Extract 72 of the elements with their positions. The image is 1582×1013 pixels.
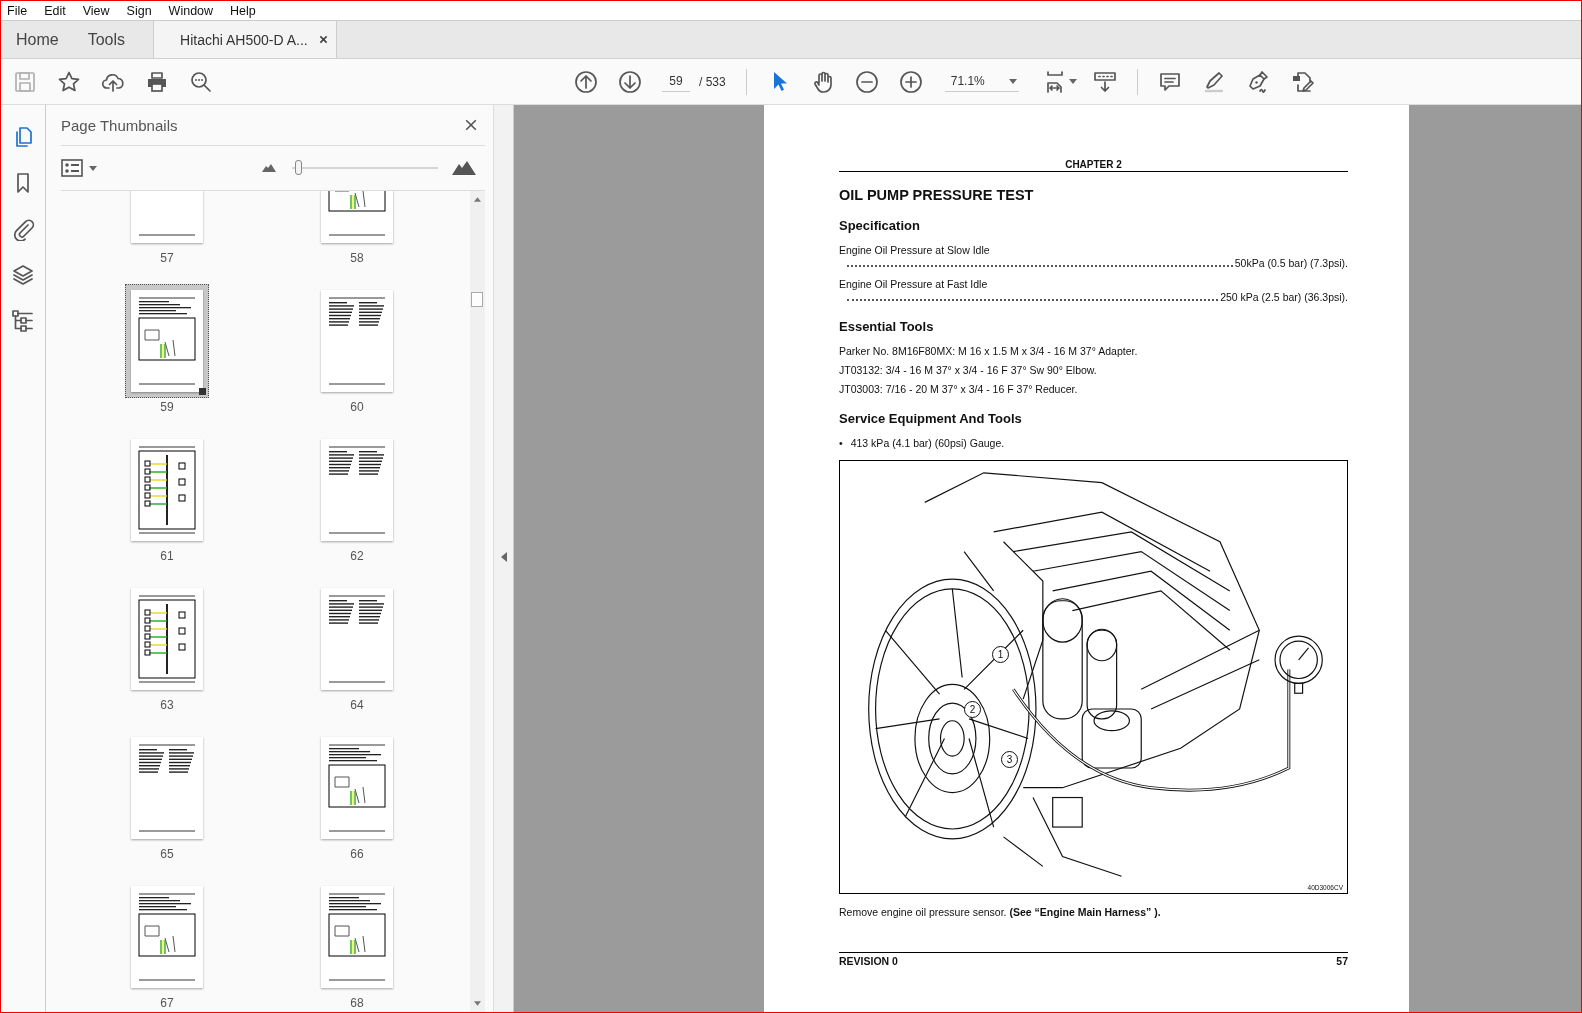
close-icon[interactable] xyxy=(463,117,479,133)
spec-value: 250 kPa (2.5 bar) (36.3psi). xyxy=(1220,291,1348,304)
arrow-down-circle-icon[interactable] xyxy=(618,69,642,94)
page-number-label: 66 xyxy=(350,847,364,861)
zoom-field[interactable]: 71.1% xyxy=(944,71,1019,92)
page-count: / 533 xyxy=(699,74,726,89)
scroll-down-icon[interactable] xyxy=(474,1001,481,1006)
page-number-field[interactable]: 59 xyxy=(662,71,690,92)
page-number-label: 58 xyxy=(350,251,364,265)
bullet-mark: • xyxy=(839,437,843,450)
scrollbar[interactable] xyxy=(470,191,485,1012)
nav-tab[interactable]: Home xyxy=(1,21,73,58)
section-heading: Service Equipment And Tools xyxy=(839,411,1023,426)
list-icon[interactable] xyxy=(61,159,83,177)
page-number: 57 xyxy=(1336,955,1348,967)
caret-icon[interactable] xyxy=(89,165,97,171)
section-title: OIL PUMP PRESSURE TEST xyxy=(839,187,1035,203)
zoom-out-icon[interactable] xyxy=(854,69,879,94)
footer-revision: REVISION 0 xyxy=(839,955,898,967)
body-text: JT03003: 7/16 - 20 M 37° x 3/4 - 16 F 37° Reducer. xyxy=(839,383,1079,396)
page-number-label: 68 xyxy=(350,996,364,1010)
menu-item[interactable]: Sign xyxy=(126,3,160,18)
menu-item[interactable]: View xyxy=(82,3,118,18)
arrow-up-circle-icon[interactable] xyxy=(574,69,598,94)
page-number-label: 65 xyxy=(160,847,174,861)
scroll-up-icon[interactable] xyxy=(474,197,481,202)
page-number-label: 59 xyxy=(160,400,174,414)
slider-thumb[interactable] xyxy=(294,160,302,175)
section-heading: Specification xyxy=(839,218,921,233)
panel-title: Page Thumbnails xyxy=(61,116,178,134)
small-mountain-icon[interactable] xyxy=(262,164,276,172)
scroll-mode-icon[interactable] xyxy=(1092,69,1117,94)
print-icon[interactable] xyxy=(145,69,169,94)
page-thumbnail[interactable] xyxy=(125,284,209,398)
thumbnail-size-slider[interactable] xyxy=(292,160,438,176)
spec-label: Engine Oil Pressure at Slow Idle xyxy=(839,244,991,257)
spec-label: Engine Oil Pressure at Fast Idle xyxy=(839,278,989,291)
menu-item[interactable]: Window xyxy=(168,3,222,18)
scroll-thumb[interactable] xyxy=(471,292,483,307)
body-text: Parker No. 8M16F80MX: M 16 x 1.5 M x 3/4 - 16 M 37° Adapter. xyxy=(839,345,1139,358)
menu-item[interactable]: Help xyxy=(230,3,264,18)
body-text: JT03132: 3/4 - 16 M 37° x 3/4 - 16 F 37° Sw 90° Elbow. xyxy=(839,364,1098,377)
page-number-label: 61 xyxy=(160,549,174,563)
search-icon[interactable] xyxy=(189,69,213,94)
page-number-label: 64 xyxy=(350,698,364,712)
collapse-arrow-icon[interactable] xyxy=(501,552,507,562)
page-number-label: 63 xyxy=(160,698,174,712)
close-icon[interactable] xyxy=(318,35,328,44)
body-text: 413 kPa (4.1 bar) (60psi) Gauge. xyxy=(850,437,1005,450)
caret-icon[interactable] xyxy=(1008,78,1017,84)
large-mountain-icon[interactable] xyxy=(452,161,476,175)
chapter-header: CHAPTER 2 xyxy=(839,159,1348,172)
section-heading: Essential Tools xyxy=(839,319,935,334)
spec-value: 50kPa (0.5 bar) (7.3psi). xyxy=(1234,257,1348,270)
callout-number: 1 xyxy=(992,646,1009,663)
star-icon[interactable] xyxy=(57,69,81,94)
page-number-label: 67 xyxy=(160,996,174,1010)
thumbnail-options-button[interactable] xyxy=(61,159,97,177)
body-text: Remove engine oil pressure sensor. (See “Engine Main Harness” ). xyxy=(839,906,1162,919)
menu-item[interactable]: Edit xyxy=(44,3,74,18)
document-tab[interactable]: Hitachi AH500-D A... xyxy=(154,21,337,58)
tree-structure-icon[interactable] xyxy=(11,309,35,333)
zoom-in-icon[interactable] xyxy=(898,69,923,94)
page-number-label: 60 xyxy=(350,400,364,414)
menu-item[interactable]: File xyxy=(7,3,36,18)
paperclip-icon[interactable] xyxy=(11,217,35,241)
caret-icon[interactable] xyxy=(1068,79,1077,84)
layers-icon[interactable] xyxy=(11,263,35,287)
page-number-label: 62 xyxy=(350,549,364,563)
callout-number: 3 xyxy=(1001,751,1018,768)
callout-number: 2 xyxy=(964,701,981,718)
page-number-label: 57 xyxy=(160,251,174,265)
